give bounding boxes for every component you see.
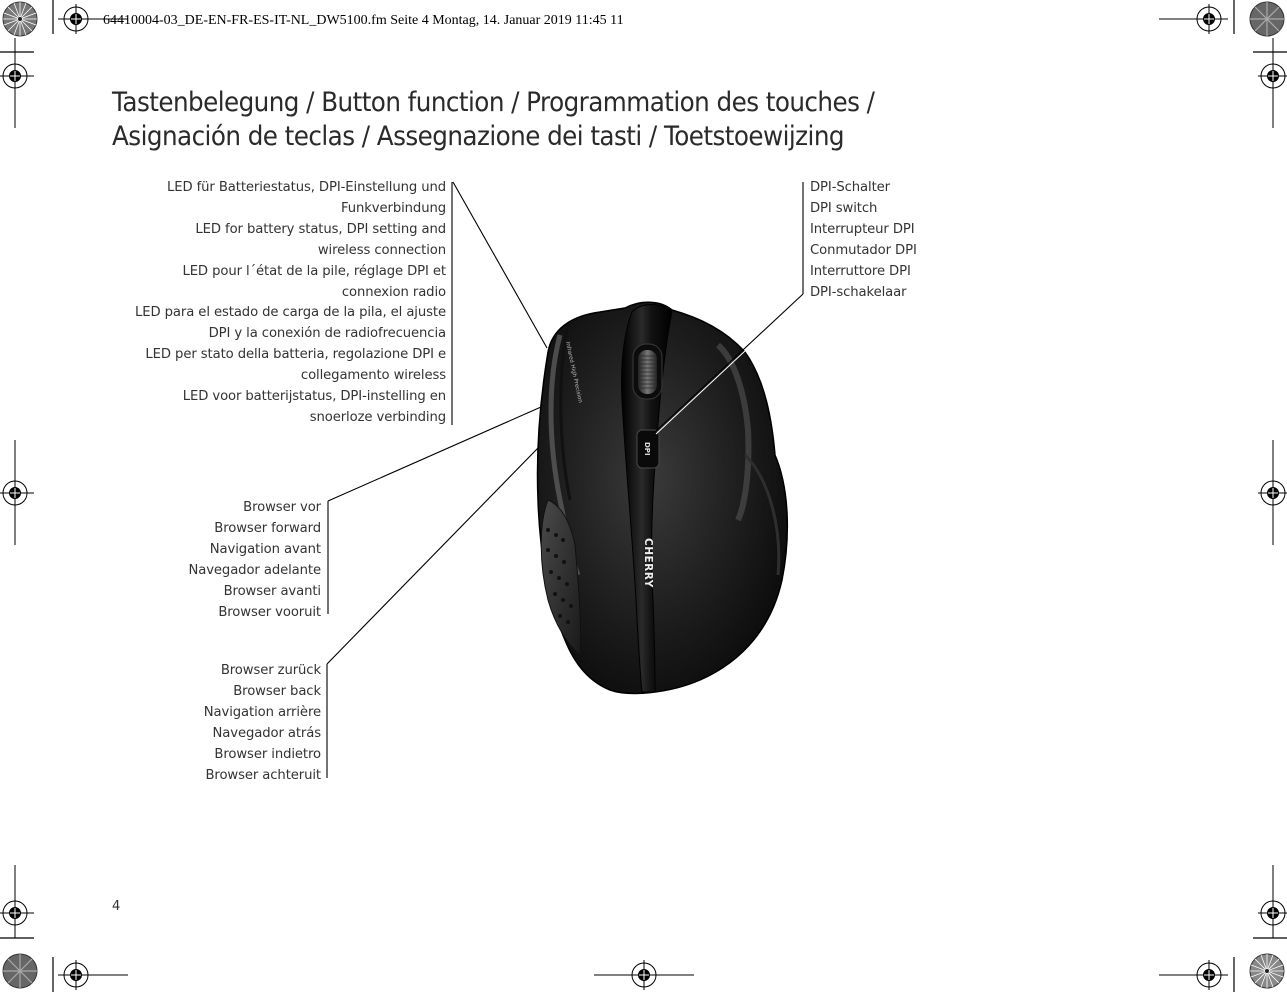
callout-line: LED para el estado de carga de la pila, … [135,305,446,321]
callout-line: Browser back [233,683,321,699]
mouse-illustration: DPI CHERRY Infrared High Precision [536,301,789,695]
callout-line: DPI-schakelaar [810,284,907,300]
registration-target [594,960,694,990]
callout-line: Conmutador DPI [810,242,917,258]
callout-line: Funkverbindung [340,200,446,216]
callout-led: LED für Batteriestatus, DPI-Einstellung … [135,178,446,429]
callout-browser-back: Browser zurück Browser back Navigation arr… [204,661,321,786]
callout-line: LED per stato della batteria, regolazion… [145,347,446,363]
callout-line: Browser forward [214,520,321,536]
registration-target [1159,4,1228,34]
callout-line: LED für Batteriestatus, DPI-Einstellung … [167,180,446,195]
registration-target [1258,865,1287,938]
callout-line: snoerloze verbinding [309,409,446,425]
page-number: 4 [112,899,121,914]
callout-line: LED pour l´état de la pile, réglage DPI … [182,263,446,279]
callout-line: Navegador atrás [212,725,322,741]
page-title-line-2: Asignación de teclas / Assegnazione dei … [112,121,845,152]
callout-line: Browser vor [243,500,321,515]
callout-line: wireless connection [317,242,446,258]
callout-line: Browser zurück [220,663,321,678]
print-slug: 64410004-03_DE-EN-FR-ES-IT-NL_DW5100.fm … [103,13,624,28]
callout-line: Navegador adelante [188,562,321,578]
callout-line: Interruttore DPI [810,263,911,279]
callout-line: collegamento wireless [300,368,446,384]
callout-line: Browser avanti [223,583,321,599]
callout-browser-forward: Browser vor Browser forward Navigation ava… [188,498,321,623]
color-bar-rosette-top-right [1249,1,1285,37]
callout-line: Interrupteur DPI [810,221,915,237]
registration-target [1258,440,1287,545]
color-bar-rosette-top-left [2,1,38,37]
callout-line: Browser vooruit [218,604,321,620]
registration-target [1159,960,1228,990]
callout-line: DPI switch [810,200,878,216]
back-leader [326,447,539,665]
callout-line: LED for battery status, DPI setting and [195,221,446,237]
page-title: Tastenbelegung / Button function / Progr… [112,86,875,154]
color-bar-rosette-bottom-left [2,953,38,989]
callout-dpi-switch: DPI-Schalter DPI switch Interrupteur DPI Co… [810,178,917,303]
registration-target [58,960,128,990]
callout-line: DPI-Schalter [810,180,890,195]
registration-target [0,440,34,545]
color-bar-rosette-bottom-right [1249,953,1285,989]
led-leader [452,181,548,349]
callout-line: LED voor batterijstatus, DPI-instelling … [182,389,446,405]
dpi-button-text: DPI [643,442,651,456]
registration-target [0,865,34,938]
callout-line: Browser indietro [214,746,321,762]
callout-line: Navigation avant [209,541,321,557]
callout-line: connexion radio [341,284,446,300]
callout-line: Browser achteruit [205,767,321,783]
callout-line: DPI y la conexión de radiofrecuencia [208,326,447,342]
page-title-line-1: Tastenbelegung / Button function / Progr… [112,87,875,118]
callout-line: Navigation arrière [203,704,321,720]
brand-logo: CHERRY [642,538,654,588]
